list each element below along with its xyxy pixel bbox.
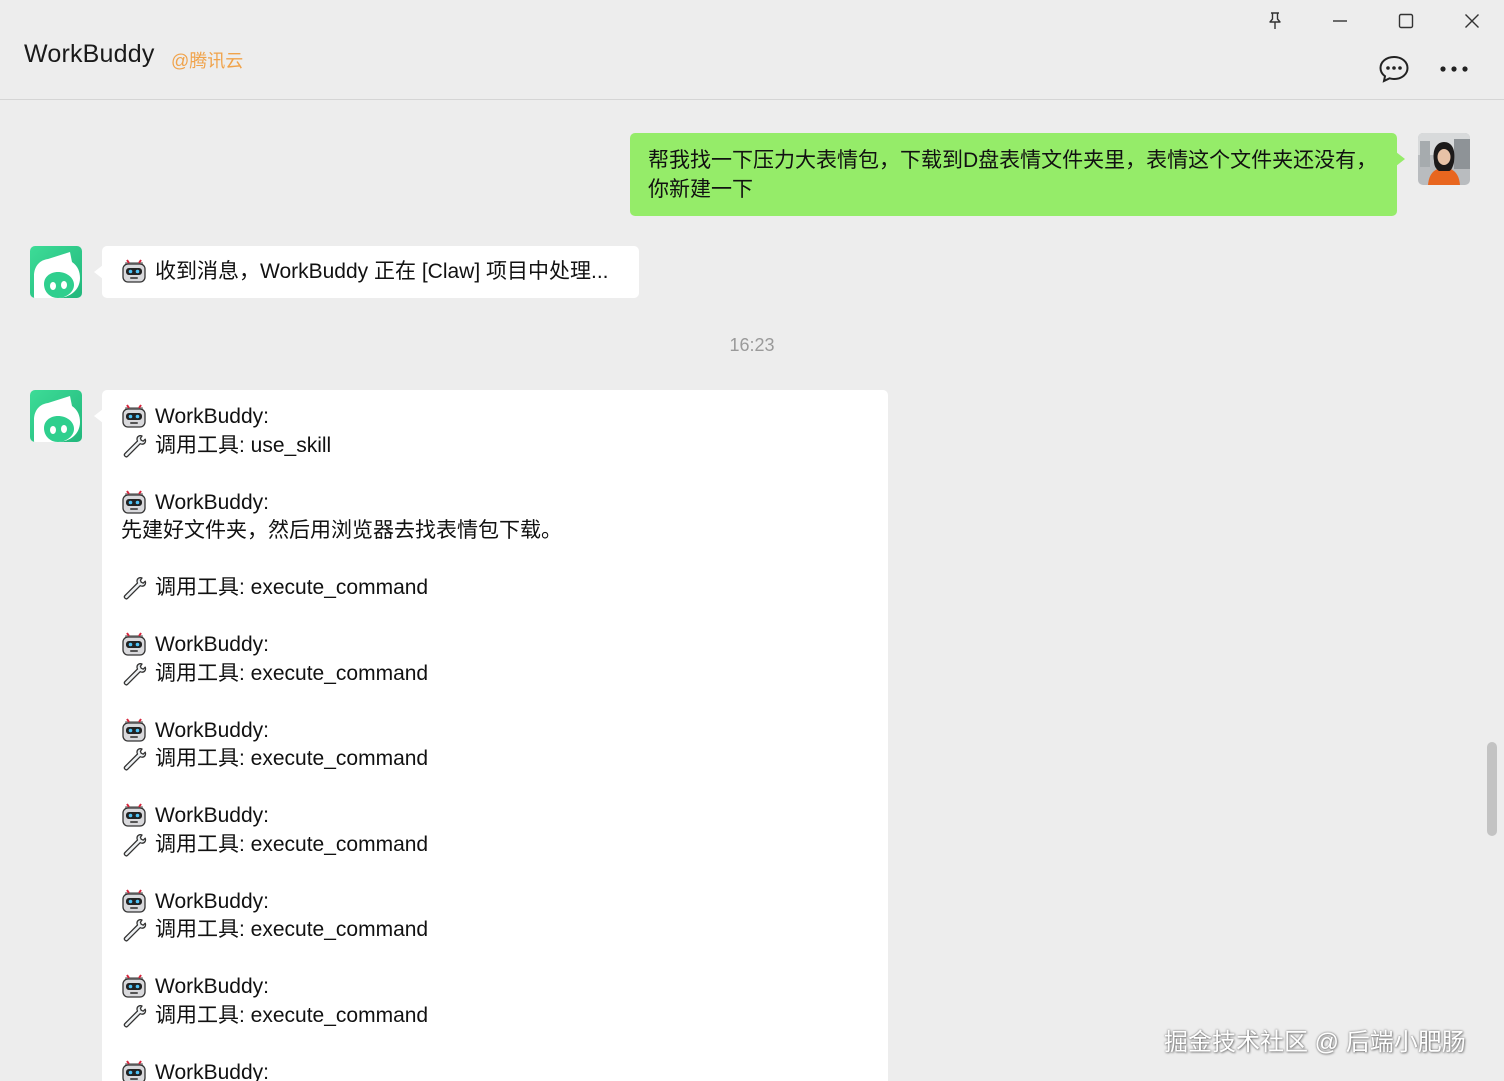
bot-log-text: WorkBuddy: — [155, 719, 269, 742]
bot-log-text: 调用工具: use_skill — [155, 434, 332, 457]
bot-log-line: WorkBuddy: — [121, 631, 269, 659]
bot-log-line: WorkBuddy: — [121, 1059, 269, 1081]
chat-window: WorkBuddy @腾讯云 帮我找一下压力大表情包，下载到D盘表情文件夹里，表… — [0, 0, 1504, 1081]
robot-icon — [121, 718, 147, 744]
robot-icon — [121, 404, 147, 430]
robot-icon — [121, 803, 147, 829]
maximize-button[interactable] — [1386, 6, 1426, 36]
more-button[interactable] — [1434, 50, 1474, 88]
bot-log-line: 调用工具: execute_command — [121, 745, 428, 773]
wrench-icon — [121, 661, 147, 687]
close-icon — [1465, 14, 1479, 28]
user-avatar[interactable] — [1418, 133, 1470, 185]
watermark: 掘金技术社区 @ 后端小肥肠 — [1164, 1029, 1466, 1056]
bot-avatar[interactable] — [30, 390, 82, 442]
message-timestamp: 16:23 — [729, 335, 775, 355]
bot-log-line: 调用工具: execute_command — [121, 574, 428, 602]
bot-log-text: 先建好文件夹，然后用浏览器去找表情包下载。 — [121, 519, 562, 542]
bot-log-line: 调用工具: execute_command — [121, 1002, 428, 1030]
scrollbar-thumb[interactable] — [1487, 742, 1497, 836]
chat-icon — [1379, 55, 1409, 83]
bot-log-text: WorkBuddy: — [155, 633, 269, 656]
bot-avatar[interactable] — [30, 246, 82, 298]
robot-icon — [121, 259, 147, 285]
bot-log-text: 调用工具: execute_command — [155, 576, 429, 599]
chat-button[interactable] — [1374, 50, 1414, 88]
bot-log-text: WorkBuddy: — [155, 975, 269, 998]
more-icon — [1440, 66, 1468, 72]
wrench-icon — [121, 746, 147, 772]
bot-log-text: WorkBuddy: — [155, 491, 269, 514]
user-message-line: 你新建一下 — [648, 178, 753, 201]
bot-log-line: WorkBuddy: — [121, 973, 269, 1001]
wrench-icon — [121, 575, 147, 601]
bot-ack-text: 收到消息，WorkBuddy 正在 [Claw] 项目中处理... — [155, 260, 609, 283]
wrench-icon — [121, 832, 147, 858]
maximize-icon — [1398, 13, 1414, 29]
bot-log-text: WorkBuddy: — [155, 1061, 269, 1081]
bot-log-line: 调用工具: execute_command — [121, 916, 428, 944]
bot-log-line: 调用工具: execute_command — [121, 831, 428, 859]
robot-icon — [121, 632, 147, 658]
bot-log-line: WorkBuddy: — [121, 717, 269, 745]
bot-log-bubble[interactable]: WorkBuddy: 调用工具: use_skill WorkBuddy: 先建好文件… — [94, 390, 888, 1081]
robot-icon — [121, 889, 147, 915]
bot-log-line: 先建好文件夹，然后用浏览器去找表情包下载。 — [121, 517, 562, 545]
user-message-bubble[interactable]: 帮我找一下压力大表情包，下载到D盘表情文件夹里，表情这个文件夹还没有， 你新建一… — [630, 133, 1405, 216]
pin-icon — [1269, 12, 1281, 29]
window-title: WorkBuddy — [24, 40, 155, 68]
bot-log-text: WorkBuddy: — [155, 890, 269, 913]
bot-log-text: 调用工具: execute_command — [155, 662, 429, 685]
wrench-icon — [121, 1003, 147, 1029]
wrench-icon — [121, 433, 147, 459]
bot-log-text: 调用工具: execute_command — [155, 918, 429, 941]
bot-log-line: WorkBuddy: — [121, 888, 269, 916]
bot-log-line: WorkBuddy: — [121, 403, 269, 431]
robot-icon — [121, 490, 147, 516]
bot-log-line: WorkBuddy: — [121, 489, 269, 517]
bot-log-text: WorkBuddy: — [155, 405, 269, 428]
robot-icon — [121, 974, 147, 1000]
bot-log-text: 调用工具: execute_command — [155, 833, 429, 856]
bot-log-line: 调用工具: execute_command — [121, 660, 428, 688]
title-bar: WorkBuddy @腾讯云 — [0, 0, 1504, 100]
pin-button[interactable] — [1255, 6, 1295, 36]
window-subtitle: @腾讯云 — [171, 51, 244, 71]
minimize-icon — [1333, 20, 1347, 22]
bot-log-text: 调用工具: execute_command — [155, 1004, 429, 1027]
bot-log-line: 调用工具: use_skill — [121, 432, 331, 460]
bot-log-text: WorkBuddy: — [155, 804, 269, 827]
bot-ack-bubble[interactable]: 收到消息，WorkBuddy 正在 [Claw] 项目中处理... — [94, 246, 639, 298]
user-message-line: 帮我找一下压力大表情包，下载到D盘表情文件夹里，表情这个文件夹还没有， — [648, 149, 1378, 172]
bot-ack-line: 收到消息，WorkBuddy 正在 [Claw] 项目中处理... — [121, 258, 609, 286]
close-button[interactable] — [1452, 6, 1492, 36]
minimize-button[interactable] — [1320, 6, 1360, 36]
robot-icon — [121, 1060, 147, 1081]
wrench-icon — [121, 917, 147, 943]
bot-log-line: WorkBuddy: — [121, 802, 269, 830]
bot-log-text: 调用工具: execute_command — [155, 747, 429, 770]
